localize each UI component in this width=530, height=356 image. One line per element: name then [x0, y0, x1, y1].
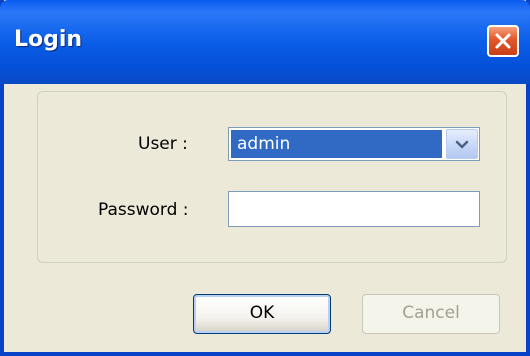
title-bar[interactable]: Login: [0, 0, 530, 84]
password-field[interactable]: [228, 191, 480, 227]
close-button[interactable]: [487, 25, 519, 57]
ok-button[interactable]: OK: [193, 294, 331, 334]
user-dropdown-button[interactable]: [446, 129, 478, 159]
password-label: Password :: [98, 200, 189, 220]
user-label: User :: [138, 134, 188, 154]
close-icon: [495, 33, 511, 49]
chevron-down-icon: [455, 140, 469, 149]
cancel-button[interactable]: Cancel: [362, 294, 500, 334]
user-combobox[interactable]: admin: [228, 127, 480, 161]
credentials-group: [37, 91, 507, 263]
window-title: Login: [14, 27, 83, 52]
user-selected-value[interactable]: admin: [231, 130, 442, 158]
